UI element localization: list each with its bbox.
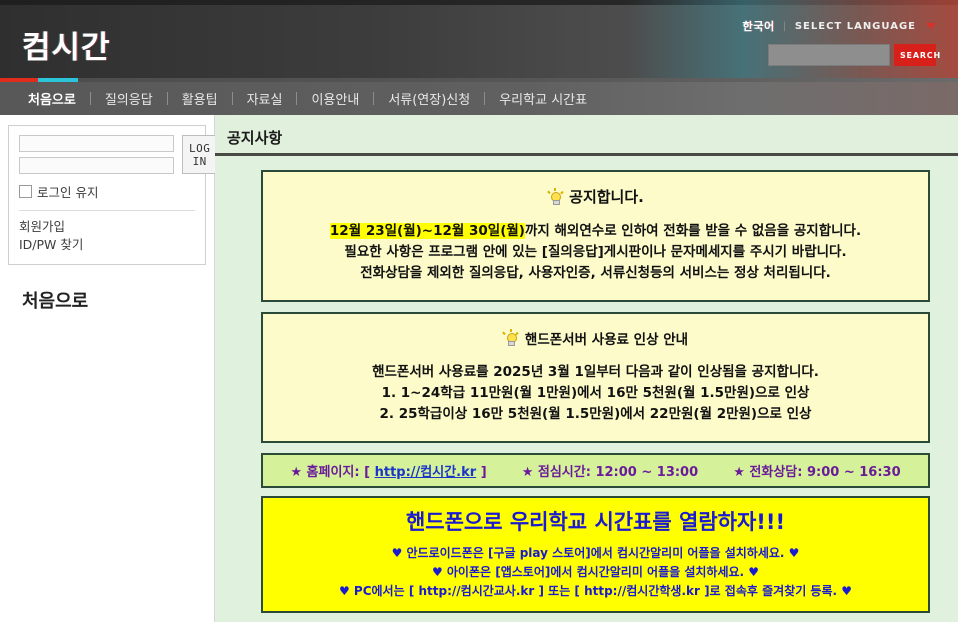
notice-title-row: 핸드폰서버 사용료 인상 안내 [273,328,918,348]
info-bar: ★ 홈페이지: [ http://컴시간.kr ] ★ 점심시간: 12:00 … [261,453,930,488]
notice-line: 1. 1~24학급 11만원(월 1만원)에서 16만 5천원(월 1.5만원)… [381,385,810,401]
sidebar: LOG IN 로그인 유지 회원가입 ID/PW 찾기 처음으로 [0,115,218,622]
search-bar[interactable]: SEARCH [768,44,940,66]
login-box: LOG IN 로그인 유지 회원가입 ID/PW 찾기 [8,125,218,265]
content-header: 공지사항 [215,115,958,156]
main-navigation: 처음으로 질의응답 활용팁 자료실 이용안내 서류(연장)신청 우리학교 시간표 [0,82,958,115]
nav-item-tips[interactable]: 활용팁 [168,89,232,108]
nav-item-guide[interactable]: 이용안내 [297,89,373,108]
notice-box-announcement: 공지합니다. 12월 23일(월)~12월 30일(월)까지 해외연수로 인하여… [261,170,930,302]
login-row: LOG IN [19,135,218,174]
notice-title-row: 공지합니다. [273,186,918,207]
signup-link[interactable]: 회원가입 [19,218,195,236]
keep-login-row[interactable]: 로그인 유지 [19,182,195,201]
lightbulb-icon [546,187,563,205]
notice-highlight-dates: 12월 23일(월)~12월 30일(월) [329,223,525,239]
page-title: 공지사항 [227,129,283,147]
homepage-link[interactable]: http://컴시간.kr [375,465,477,480]
find-id-password-link[interactable]: ID/PW 찾기 [19,236,195,254]
language-current[interactable]: 한국어 [743,18,775,34]
sidebar-section-title: 처음으로 [22,291,89,312]
language-selector[interactable]: 한국어 | SELECT LANGUAGE [743,18,936,34]
homepage-bracket-close: ] [480,465,487,480]
chevron-down-icon[interactable] [926,23,936,29]
language-separator: | [782,20,787,32]
nav-item-qna[interactable]: 질의응답 [91,89,167,108]
password-input[interactable] [19,157,174,174]
login-button[interactable]: LOG IN [182,135,218,174]
site-header: 컴시간 한국어 | SELECT LANGUAGE SEARCH [0,0,958,78]
search-input[interactable] [768,44,890,66]
notice-line: 2. 25학급이상 16만 5천원(월 1.5만원)에서 22만원(월 2만원)… [379,406,812,422]
notice-line: 핸드폰서버 사용료를 2025년 3월 1일부터 다음과 같이 인상됨을 공지합… [372,364,819,380]
sidebar-divider [19,210,195,211]
promo-title: 핸드폰으로 우리학교 시간표를 열람하자!!! [405,510,786,534]
homepage-label: ★ 홈페이지: [ [290,465,371,480]
notice-title-text: 공지합니다. [569,188,644,206]
lightbulb-icon [502,329,519,346]
notice-line-rest: 까지 해외연수로 인하여 전화를 받을 수 없음을 공지합니다. [524,223,862,239]
lunch-hours: ★ 점심시간: 12:00 ~ 13:00 [521,465,699,480]
nav-item-home[interactable]: 처음으로 [14,89,90,108]
phone-hours: ★ 전화상담: 9:00 ~ 16:30 [733,465,901,480]
notice-title-text: 핸드폰서버 사용료 인상 안내 [524,332,689,348]
notice-line: 필요한 사항은 프로그램 안에 있는 [질의응답]게시판이나 문자메세지를 주시… [344,244,847,260]
content-area: 공지사항 공지합니다. 12월 23일(월)~12월 30일(월)까지 해외연수… [215,115,958,622]
nav-item-document-request[interactable]: 서류(연장)신청 [374,89,484,108]
login-fields [19,135,174,174]
keep-login-label: 로그인 유지 [37,185,99,200]
header-gradient-glow [628,0,958,78]
content-body: 공지합니다. 12월 23일(월)~12월 30일(월)까지 해외연수로 인하여… [215,156,958,622]
header-top-strip [0,0,958,5]
page-body: LOG IN 로그인 유지 회원가입 ID/PW 찾기 처음으로 공지사항 공지… [0,115,958,622]
nav-item-resources[interactable]: 자료실 [233,89,297,108]
promo-line-iphone: ♥ 아이폰은 [앱스토어]에서 컴시간알리미 어플을 설치하세요. ♥ [431,565,760,579]
notice-box-fee-increase: 핸드폰서버 사용료 인상 안내 핸드폰서버 사용료를 2025년 3월 1일부터… [261,312,930,443]
site-logo[interactable]: 컴시간 [22,22,111,67]
promo-box: 핸드폰으로 우리학교 시간표를 열람하자!!! ♥ 안드로이드폰은 [구글 pl… [261,496,930,613]
language-select-label[interactable]: SELECT LANGUAGE [795,21,916,32]
notice-line: 12월 23일(월)~12월 30일(월)까지 해외연수로 인하여 전화를 받을… [273,221,918,242]
notice-line: 전화상담을 제외한 질의응답, 사용자인증, 서류신청등의 서비스는 정상 처리… [360,265,831,281]
search-button[interactable]: SEARCH [894,44,940,66]
promo-line-android: ♥ 안드로이드폰은 [구글 play 스토어]에서 컴시간알리미 어플을 설치하… [391,546,800,560]
user-id-input[interactable] [19,135,174,152]
nav-item-school-timetable[interactable]: 우리학교 시간표 [485,89,601,108]
promo-line-pc: ♥ PC에서는 [ http://컴시간교사.kr ] 또는 [ http://… [338,584,852,598]
keep-login-checkbox[interactable] [19,185,32,198]
